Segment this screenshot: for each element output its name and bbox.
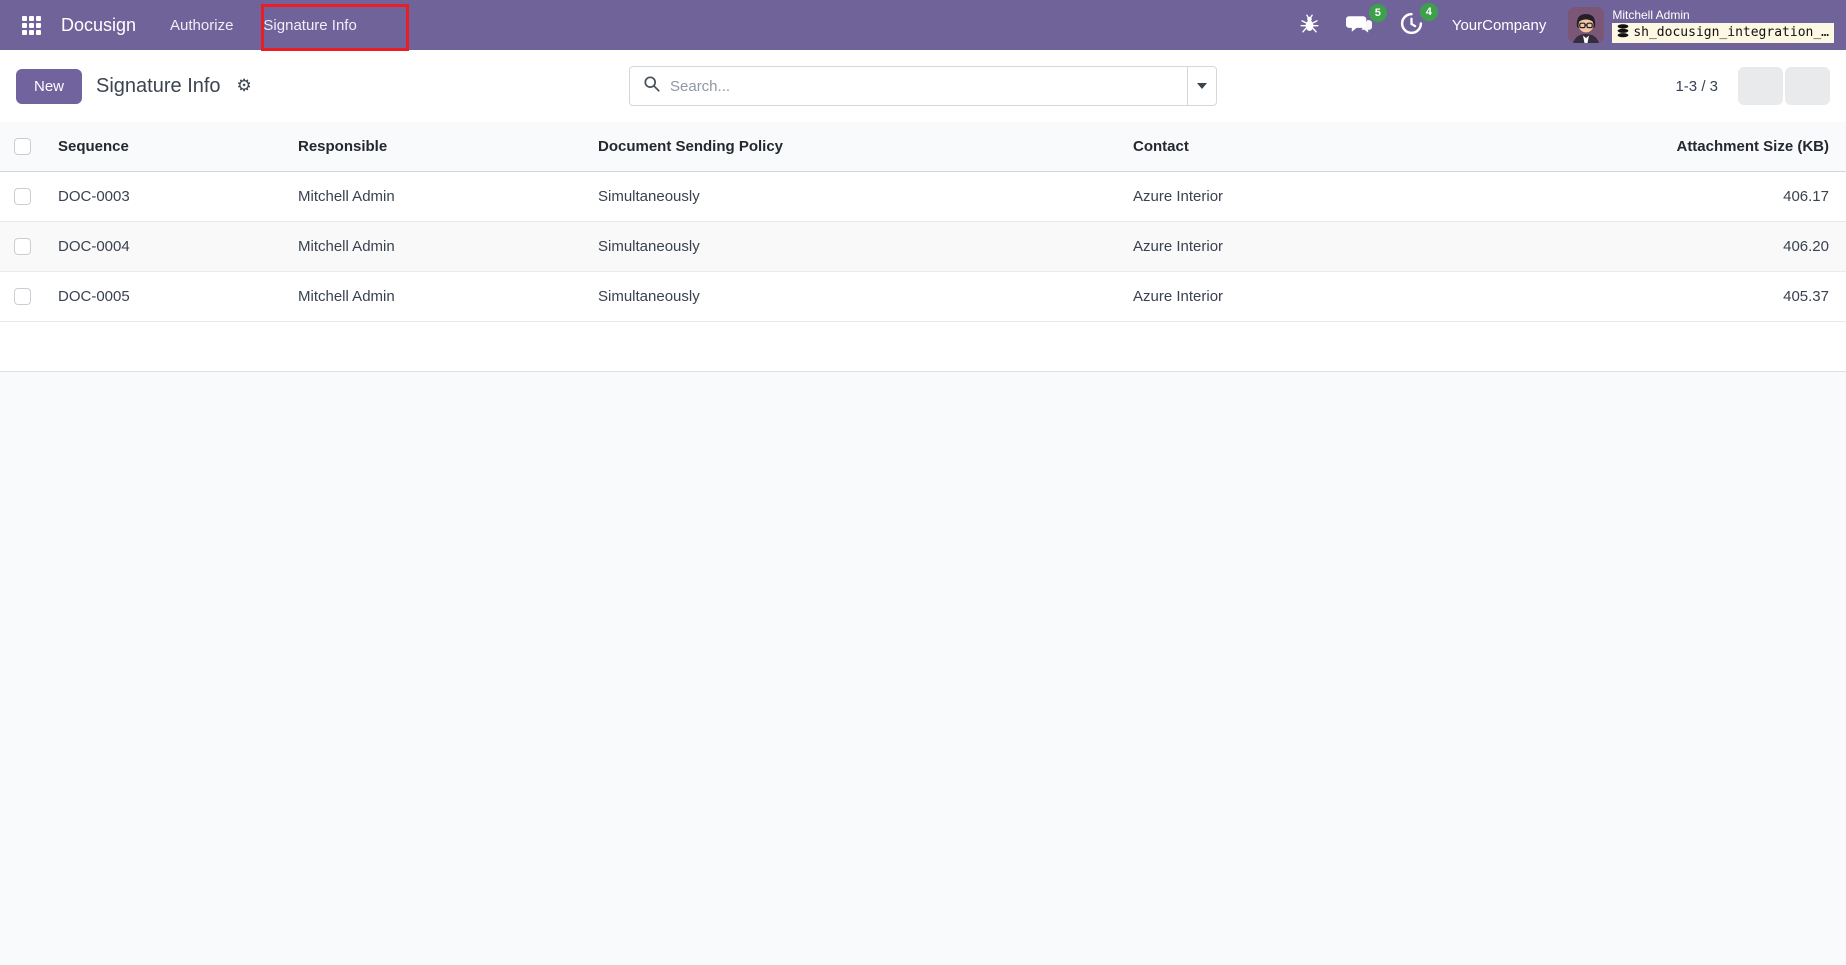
table-row[interactable]: DOC-0005 Mitchell Admin Simultaneously A… [0,271,1846,322]
row-select-cell [0,171,44,222]
activities-button[interactable]: 4 [1391,3,1438,43]
activities-count-badge: 4 [1419,3,1438,21]
row-checkbox[interactable] [13,287,31,305]
search-icon [643,75,660,97]
cell-responsible[interactable]: Mitchell Admin [294,171,594,222]
menu-item-signature-info[interactable]: Signature Info [251,7,368,44]
column-header-attachment-size[interactable]: Attachment Size (KB) [1626,122,1846,172]
cell-responsible[interactable]: Mitchell Admin [294,221,594,272]
apps-grid-icon [22,15,41,35]
cell-attachment-size[interactable]: 405.37 [1626,271,1846,322]
database-badge: sh_docusign_integration_… [1612,22,1834,43]
cell-sequence[interactable]: DOC-0005 [44,271,294,322]
search-input[interactable] [670,77,1174,95]
control-panel-left: New Signature Info ⚙ [16,68,629,104]
column-header-sequence[interactable]: Sequence [44,122,294,172]
column-header-policy[interactable]: Document Sending Policy [594,122,1129,172]
cell-policy[interactable]: Simultaneously [594,171,1129,222]
cell-contact[interactable]: Azure Interior [1129,271,1626,322]
records-table: Sequence Responsible Document Sending Po… [0,122,1846,322]
navbar-left: Docusign Authorize Signature Info [16,0,369,50]
table-footer-space [0,321,1846,372]
table-row[interactable]: DOC-0004 Mitchell Admin Simultaneously A… [0,221,1846,272]
column-header-contact[interactable]: Contact [1129,122,1626,172]
cell-sequence[interactable]: DOC-0003 [44,171,294,222]
apps-menu-button[interactable] [16,10,47,41]
pager-buttons [1738,67,1830,105]
table-header-row: Sequence Responsible Document Sending Po… [0,122,1846,172]
search-expand-button[interactable] [1187,67,1216,105]
cell-sequence[interactable]: DOC-0004 [44,221,294,272]
cell-contact[interactable]: Azure Interior [1129,171,1626,222]
pager-counter: 1-3 / 3 [1675,77,1718,95]
list-view: Sequence Responsible Document Sending Po… [0,122,1846,372]
debug-button[interactable] [1291,9,1328,41]
row-checkbox[interactable] [13,237,31,255]
row-select-cell [0,271,44,322]
pager-next-button[interactable] [1785,67,1830,105]
control-panel-right: 1-3 / 3 [1217,67,1830,105]
company-switcher[interactable]: YourCompany [1452,17,1547,34]
navbar-right: 5 4 YourCompany Mitchell Admin sh_docusi… [1291,0,1836,50]
row-select-cell [0,221,44,272]
cell-policy[interactable]: Simultaneously [594,221,1129,272]
user-info: Mitchell Admin sh_docusign_integration_… [1612,8,1834,43]
search-main [630,67,1187,105]
select-all-cell [0,122,44,172]
table-body: DOC-0003 Mitchell Admin Simultaneously A… [0,171,1846,322]
messages-button[interactable]: 5 [1338,3,1387,43]
cell-policy[interactable]: Simultaneously [594,271,1129,322]
database-icon [1617,23,1629,42]
new-button[interactable]: New [16,68,83,104]
select-all-checkbox[interactable] [13,138,31,156]
user-avatar [1568,7,1605,43]
search-bar [629,66,1217,106]
page-title: Signature Info [96,74,221,97]
user-menu[interactable]: Mitchell Admin sh_docusign_integration_… [1568,7,1836,43]
navbar-menu: Authorize Signature Info [158,0,369,50]
cell-responsible[interactable]: Mitchell Admin [294,271,594,322]
control-panel: New Signature Info ⚙ 1-3 / 3 [0,50,1846,122]
cell-contact[interactable]: Azure Interior [1129,221,1626,272]
menu-item-authorize[interactable]: Authorize [158,7,245,44]
row-checkbox[interactable] [13,187,31,205]
messages-count-badge: 5 [1368,3,1387,22]
app-name[interactable]: Docusign [61,15,136,36]
cell-attachment-size[interactable]: 406.20 [1626,221,1846,272]
database-name: sh_docusign_integration_… [1633,25,1829,40]
cell-attachment-size[interactable]: 406.17 [1626,171,1846,222]
table-row[interactable]: DOC-0003 Mitchell Admin Simultaneously A… [0,171,1846,222]
column-header-responsible[interactable]: Responsible [294,122,594,172]
pager-previous-button[interactable] [1738,67,1783,105]
bug-icon [1299,13,1320,37]
user-name: Mitchell Admin [1612,7,1690,22]
caret-down-icon [1197,83,1207,89]
top-navbar: Docusign Authorize Signature Info 5 4 Yo… [0,0,1846,51]
gear-icon[interactable]: ⚙ [235,76,254,97]
